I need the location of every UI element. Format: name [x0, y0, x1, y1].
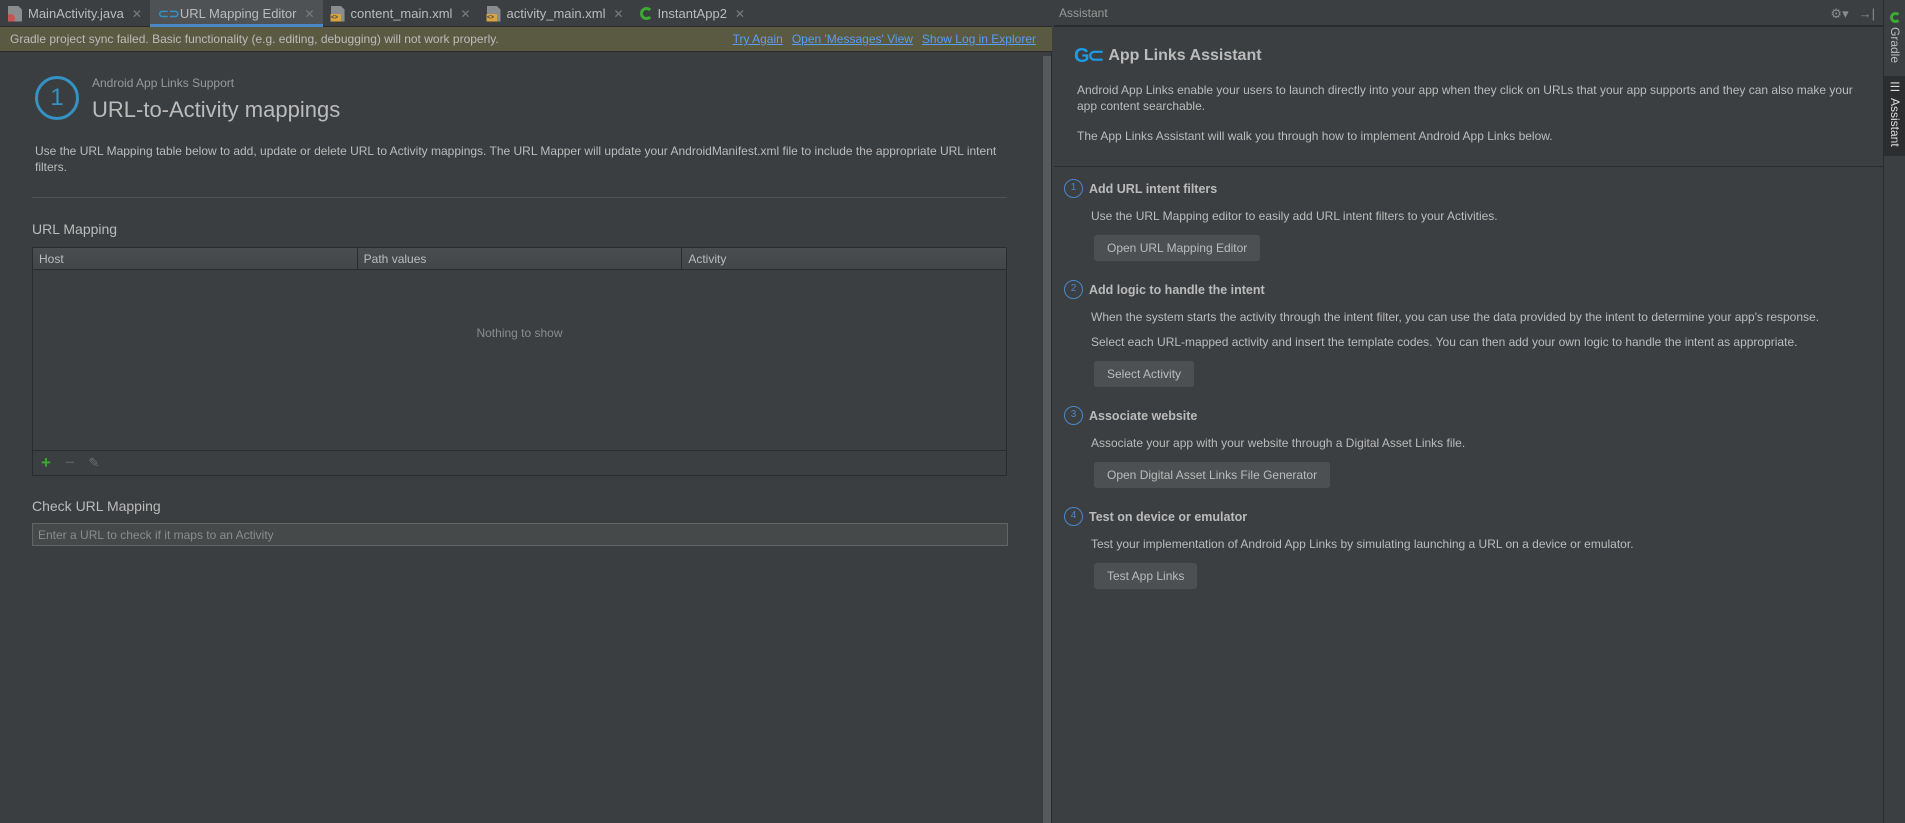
- step-number-icon: 4: [1064, 507, 1083, 526]
- tab-label: URL Mapping Editor: [179, 6, 297, 21]
- assistant-header-title: Assistant: [1059, 5, 1108, 20]
- gradle-sync-notification: Gradle project sync failed. Basic functi…: [0, 27, 1052, 52]
- edit-mapping-button[interactable]: ✎: [87, 456, 101, 470]
- step-number-badge: 1: [35, 76, 79, 120]
- open-digital-asset-links-generator-button[interactable]: Open Digital Asset Links File Generator: [1094, 462, 1331, 488]
- tab-content-main[interactable]: content_main.xml ✕: [323, 0, 479, 27]
- gradle-tab-label: Gradle: [1888, 27, 1902, 64]
- step-text: Test your implementation of Android App …: [1091, 537, 1634, 551]
- notification-message: Gradle project sync failed. Basic functi…: [10, 32, 499, 46]
- page-title: URL-to-Activity mappings: [92, 97, 341, 122]
- remove-mapping-button[interactable]: −: [63, 454, 77, 471]
- step-text: Select each URL-mapped activity and inse…: [1091, 335, 1798, 349]
- hide-panel-icon[interactable]: →|: [1859, 6, 1875, 22]
- tab-label: InstantApp2: [657, 6, 727, 21]
- check-url-mapping-heading: Check URL Mapping: [32, 498, 161, 514]
- tab-main-activity[interactable]: MainActivity.java ✕: [0, 0, 150, 27]
- tab-instantapp2[interactable]: InstantApp2 ✕: [632, 0, 753, 27]
- step-title: Test on device or emulator: [1089, 509, 1248, 524]
- tab-activity-main[interactable]: activity_main.xml ✕: [479, 0, 632, 27]
- gear-icon[interactable]: ⚙▾: [1830, 6, 1848, 22]
- close-icon[interactable]: ✕: [613, 7, 623, 21]
- table-header: Host Path values Activity: [33, 248, 1006, 270]
- tab-label: content_main.xml: [350, 6, 453, 21]
- divider: [32, 197, 1007, 198]
- url-mapping-editor-content: 1 Android App Links Support URL-to-Activ…: [0, 53, 1042, 823]
- assistant-title: App Links Assistant: [1108, 46, 1262, 64]
- column-path-values[interactable]: Path values: [358, 248, 683, 269]
- step-4: 4 Test on device or emulator Test your im…: [1064, 507, 1883, 589]
- open-url-mapping-editor-button[interactable]: Open URL Mapping Editor: [1094, 235, 1261, 261]
- add-mapping-button[interactable]: +: [39, 454, 53, 471]
- test-app-links-button[interactable]: Test App Links: [1094, 563, 1198, 589]
- tab-label: activity_main.xml: [506, 6, 606, 21]
- link-icon: ⊂⊃: [157, 5, 180, 21]
- step-text: When the system starts the activity thro…: [1091, 310, 1820, 324]
- page-subtitle: Android App Links Support: [92, 76, 235, 90]
- try-again-link[interactable]: Try Again: [733, 32, 783, 46]
- step-number-icon: 2: [1064, 280, 1083, 299]
- java-file-icon: [8, 5, 22, 22]
- url-mapping-table[interactable]: Host Path values Activity Nothing to sho…: [32, 247, 1007, 476]
- empty-table-text: Nothing to show: [476, 326, 563, 340]
- android-module-icon: [639, 7, 653, 20]
- gradle-icon: [1889, 12, 1901, 23]
- column-activity[interactable]: Activity: [682, 248, 1006, 269]
- xml-file-icon: [486, 5, 501, 22]
- step-1: 1 Add URL intent filters Use the URL Mapp…: [1064, 179, 1883, 261]
- editor-tab-bar: MainActivity.java ✕ ⊂⊃ URL Mapping Edito…: [0, 0, 1052, 27]
- step-text: Associate your app with your website thr…: [1091, 436, 1466, 450]
- assistant-steps: 1 Add URL intent filters Use the URL Mapp…: [1054, 167, 1883, 589]
- url-mapping-heading: URL Mapping: [32, 221, 118, 237]
- right-tool-strip: Gradle ☰ Assistant: [1883, 0, 1905, 823]
- step-title: Add logic to handle the intent: [1089, 282, 1265, 297]
- select-activity-button[interactable]: Select Activity: [1094, 361, 1195, 387]
- intro-text-2: The App Links Assistant will walk you th…: [1077, 129, 1553, 143]
- step-text: Use the URL Mapping editor to easily add…: [1091, 209, 1498, 223]
- tab-url-mapping-editor[interactable]: ⊂⊃ URL Mapping Editor ✕: [149, 0, 323, 27]
- page-description: Use the URL Mapping table below to add, …: [35, 144, 997, 174]
- xml-file-icon: [330, 5, 345, 22]
- tab-label: MainActivity.java: [28, 6, 124, 21]
- intro-text-1: Android App Links enable your users to l…: [1077, 83, 1853, 113]
- assistant-intro: G⊂ App Links Assistant Android App Links…: [1054, 27, 1883, 167]
- assistant-tool-tab[interactable]: ☰ Assistant: [1884, 76, 1905, 156]
- assistant-panel: Assistant ⚙▾ →| G⊂ App Links Assistant A…: [1054, 0, 1883, 823]
- open-messages-view-link[interactable]: Open 'Messages' View: [792, 32, 913, 46]
- editor-scrollbar[interactable]: [1043, 56, 1051, 823]
- step-title: Add URL intent filters: [1089, 181, 1218, 196]
- step-number-icon: 3: [1064, 406, 1083, 425]
- assistant-header: Assistant ⚙▾ →|: [1054, 0, 1883, 27]
- column-host[interactable]: Host: [33, 248, 358, 269]
- step-number-icon: 1: [1064, 179, 1083, 198]
- close-icon[interactable]: ✕: [735, 7, 745, 21]
- close-icon[interactable]: ✕: [304, 7, 314, 21]
- step-3: 3 Associate website Associate your app wi…: [1064, 406, 1883, 488]
- list-icon: ☰: [1888, 80, 1902, 94]
- close-icon[interactable]: ✕: [132, 7, 142, 21]
- editor-pane: MainActivity.java ✕ ⊂⊃ URL Mapping Edito…: [0, 0, 1052, 823]
- app-links-logo-icon: G⊂: [1074, 45, 1104, 67]
- table-toolbar: + − ✎: [33, 450, 1006, 475]
- step-title: Associate website: [1089, 408, 1198, 423]
- close-icon[interactable]: ✕: [460, 7, 470, 21]
- gradle-tool-tab[interactable]: Gradle: [1884, 8, 1905, 72]
- check-url-input[interactable]: [32, 523, 1008, 546]
- show-log-link[interactable]: Show Log in Explorer: [922, 32, 1036, 46]
- assistant-tab-label: Assistant: [1888, 98, 1902, 147]
- step-2: 2 Add logic to handle the intent When the…: [1064, 280, 1883, 387]
